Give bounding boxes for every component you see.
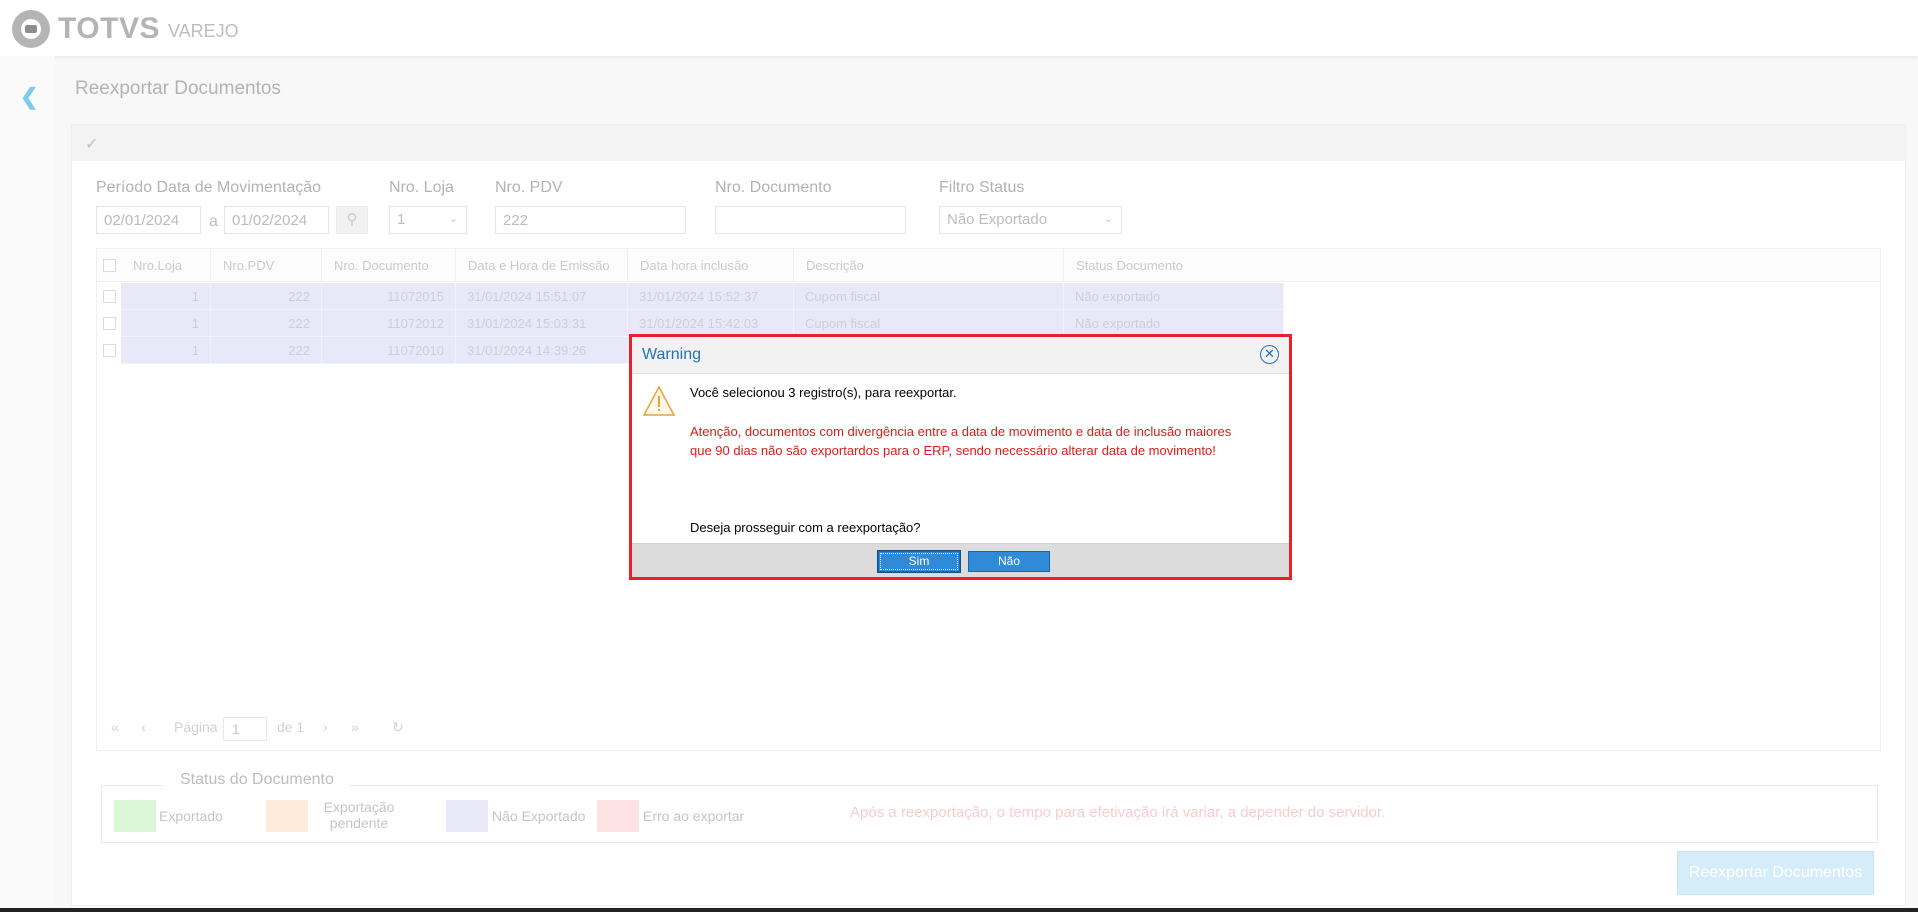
- no-button[interactable]: Não: [968, 551, 1050, 572]
- yes-button[interactable]: Sim: [878, 551, 960, 572]
- dialog-header: Warning ✕: [632, 337, 1289, 374]
- dialog-warning-text: Atenção, documentos com divergência entr…: [690, 424, 1232, 458]
- close-icon[interactable]: ✕: [1260, 345, 1279, 364]
- dialog-question: Deseja prosseguir com a reexportação?: [690, 520, 921, 535]
- warning-icon: [642, 385, 676, 416]
- warning-dialog: Warning ✕ Você selecionou 3 registro(s),…: [629, 334, 1292, 580]
- dialog-message: Você selecionou 3 registro(s), para reex…: [690, 385, 957, 400]
- dialog-footer: Sim Não: [632, 543, 1289, 577]
- dialog-title: Warning: [642, 346, 701, 363]
- bottom-border: [0, 908, 1918, 912]
